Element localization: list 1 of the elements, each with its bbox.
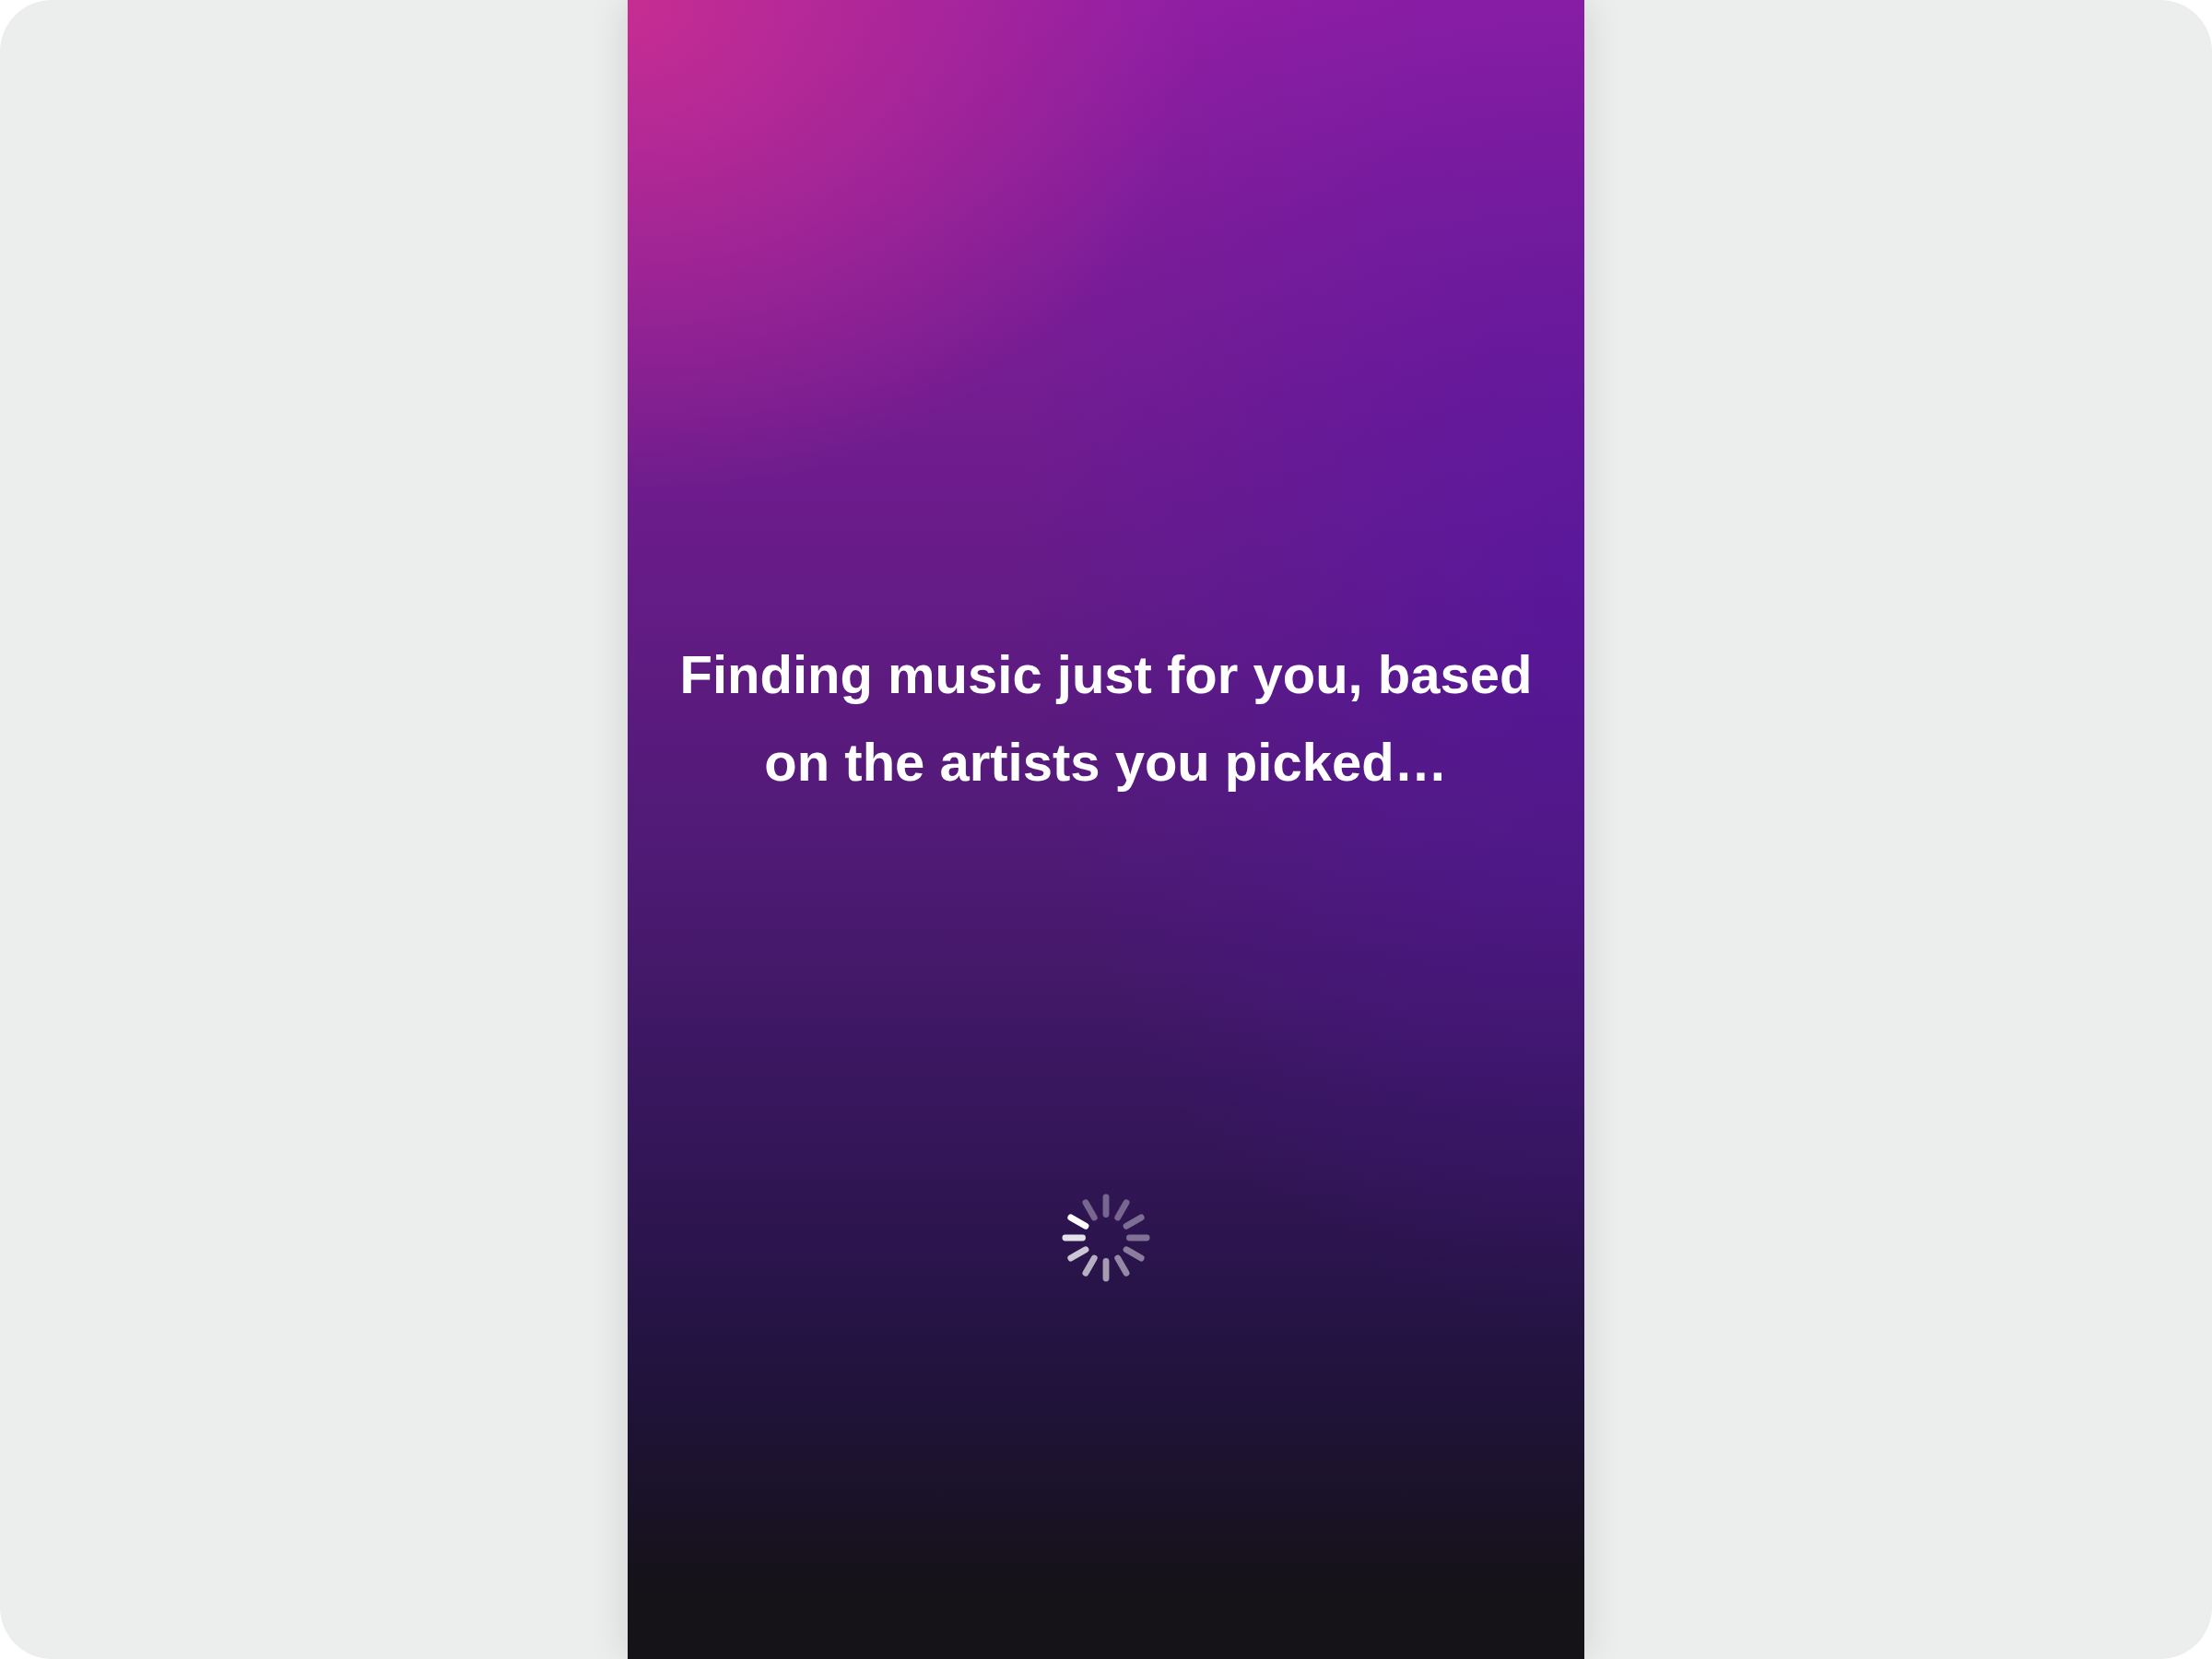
loading-message: Finding music just for you, based on the artists you picked… [678,643,1534,794]
